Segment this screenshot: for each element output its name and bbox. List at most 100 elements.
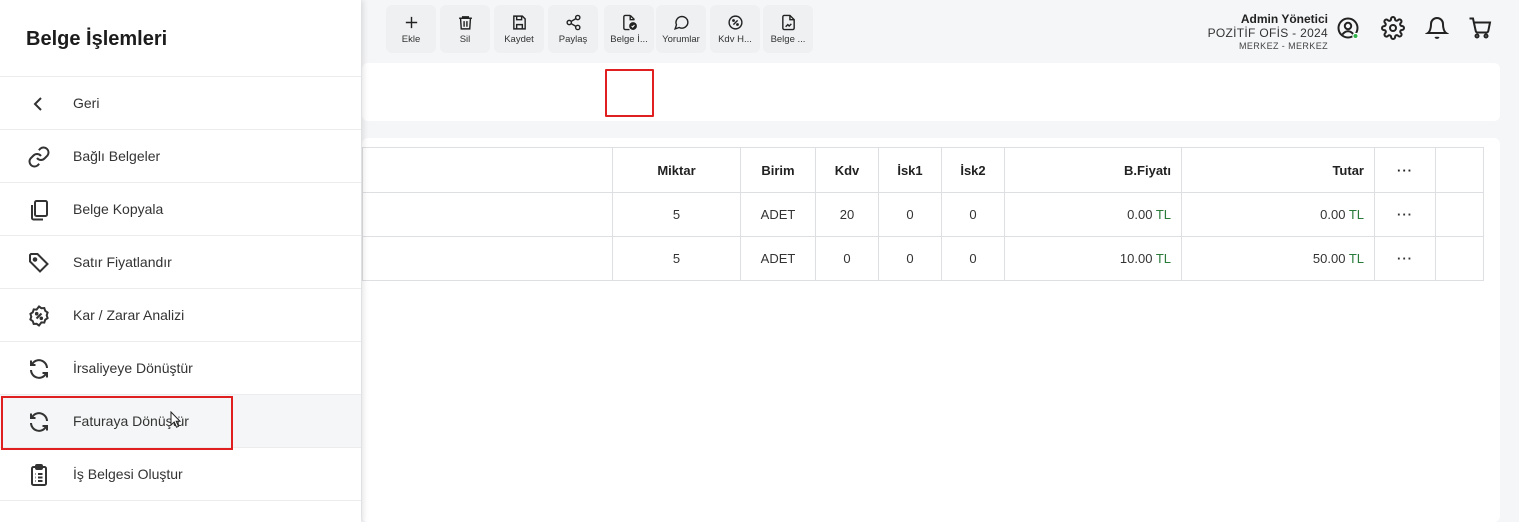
cell-description[interactable] [362,236,613,281]
bell-icon[interactable] [1424,15,1450,41]
total-value: 50.00 [1312,251,1346,266]
user-name: Admin Yönetici [1240,12,1328,26]
document-image-label: Belge ... [770,33,806,45]
menu-item-label: İş Belgesi Oluştur [73,466,183,482]
cell-discount1[interactable]: 0 [878,192,942,237]
menu-item-convert-to-waybill[interactable]: İrsaliyeye Dönüştür [0,342,361,395]
currency-label: TL [1155,251,1171,266]
comment-icon [673,15,689,30]
document-actions-label: Belge İ... [610,33,648,45]
branch-name: MERKEZ - MERKEZ [1238,40,1328,51]
cell-quantity[interactable]: 5 [612,236,741,281]
cell-blank [1435,192,1484,237]
menu-item-label: Kar / Zarar Analizi [73,307,185,323]
save-button-label: Kaydet [504,33,534,45]
cell-total: 0.00 TL [1181,192,1375,237]
chevron-left-icon [27,92,51,116]
header-menu-button[interactable]: ··· [1374,147,1436,193]
vat-button[interactable]: Kdv H... [710,5,760,53]
cell-discount2[interactable]: 0 [941,236,1005,281]
share-button-label: Paylaş [558,33,588,45]
cell-total: 50.00 TL [1181,236,1375,281]
delete-button[interactable]: Sil [440,5,490,53]
row-menu-button[interactable]: ··· [1374,236,1436,281]
cell-quantity[interactable]: 5 [612,192,741,237]
document-toolbar [362,63,1500,121]
add-button[interactable]: Ekle [386,5,436,53]
mouse-cursor-icon [170,411,182,428]
total-value: 0.00 [1320,207,1346,222]
cell-discount1[interactable]: 0 [878,236,942,281]
currency-label: TL [1155,207,1171,222]
menu-item-label: Geri [73,95,100,111]
header-description [362,147,613,193]
menu-item-profit-analysis[interactable]: Kar / Zarar Analizi [0,289,361,342]
link-icon [27,145,51,169]
menu-item-label: Satır Fiyatlandır [73,254,172,270]
plus-icon [405,16,417,28]
currency-label: TL [1348,251,1364,266]
currency-label: TL [1348,207,1364,222]
cart-icon[interactable] [1467,15,1493,41]
menu-item-label: Belge Kopyala [73,201,164,217]
document-actions-drawer: Belge İşlemleri Geri Bağlı Belgeler Belg… [0,0,361,522]
table-header-row: Miktar Birim Kdv İsk1 İsk2 B.Fiyatı Tuta… [362,147,1484,193]
header-unit[interactable]: Birim [740,147,816,193]
refresh-icon [27,410,51,434]
cell-unit[interactable]: ADET [740,192,816,237]
menu-item-create-work-document[interactable]: İş Belgesi Oluştur [0,448,361,501]
user-circle-icon[interactable] [1335,15,1361,41]
percent-badge-icon [727,14,743,30]
header-discount1[interactable]: İsk1 [878,147,942,193]
gear-icon[interactable] [1380,15,1406,41]
header-discount2[interactable]: İsk2 [941,147,1005,193]
vat-button-label: Kdv H... [718,33,752,45]
unit-price-value: 0.00 [1127,207,1153,222]
comments-button[interactable]: Yorumlar [656,5,706,53]
document-check-icon [622,14,637,30]
menu-item-label: İrsaliyeye Dönüştür [73,360,193,376]
menu-item-copy-document[interactable]: Belge Kopyala [0,183,361,236]
refresh-icon [27,357,51,381]
cell-unit-price[interactable]: 0.00 TL [1004,192,1182,237]
share-button[interactable]: Paylaş [548,5,598,53]
copy-icon [27,198,51,222]
row-menu-button[interactable]: ··· [1374,192,1436,237]
document-image-icon [781,14,795,30]
tag-icon [27,251,51,275]
save-icon [512,14,526,30]
menu-item-label: Bağlı Belgeler [73,148,161,164]
delete-button-label: Sil [459,33,471,45]
cell-discount2[interactable]: 0 [941,192,1005,237]
table-row[interactable]: 5 ADET 20 0 0 0.00 TL 0.00 TL ··· [362,192,1484,237]
cell-vat[interactable]: 0 [815,236,879,281]
trash-icon [458,15,472,30]
cell-blank [1435,236,1484,281]
company-name: POZİTİF OFİS - 2024 [1207,26,1328,41]
document-image-button[interactable]: Belge ... [763,5,813,53]
add-button-label: Ekle [401,33,421,45]
table-row[interactable]: 5 ADET 0 0 0 10.00 TL 50.00 TL ··· [362,236,1484,281]
menu-item-price-lines[interactable]: Satır Fiyatlandır [0,236,361,289]
cell-vat[interactable]: 20 [815,192,879,237]
menu-item-linked-documents[interactable]: Bağlı Belgeler [0,130,361,183]
header-quantity[interactable]: Miktar [612,147,741,193]
share-icon [565,14,581,30]
drawer-title: Belge İşlemleri [26,28,168,50]
cell-description[interactable] [362,192,613,237]
document-actions-button[interactable]: Belge İ... [604,5,654,53]
save-button[interactable]: Kaydet [494,5,544,53]
percent-badge-icon [27,304,51,328]
header-vat[interactable]: Kdv [815,147,879,193]
cell-unit[interactable]: ADET [740,236,816,281]
document-lines-table: Miktar Birim Kdv İsk1 İsk2 B.Fiyatı Tuta… [362,147,1484,281]
header-total[interactable]: Tutar [1181,147,1375,193]
cell-unit-price[interactable]: 10.00 TL [1004,236,1182,281]
comments-button-label: Yorumlar [662,33,700,45]
clipboard-icon [27,463,51,487]
header-blank [1435,147,1484,193]
user-info[interactable]: Admin Yönetici POZİTİF OFİS - 2024 MERKE… [1208,12,1328,52]
menu-item-back[interactable]: Geri [0,77,361,130]
header-unit-price[interactable]: B.Fiyatı [1004,147,1182,193]
unit-price-value: 10.00 [1119,251,1153,266]
